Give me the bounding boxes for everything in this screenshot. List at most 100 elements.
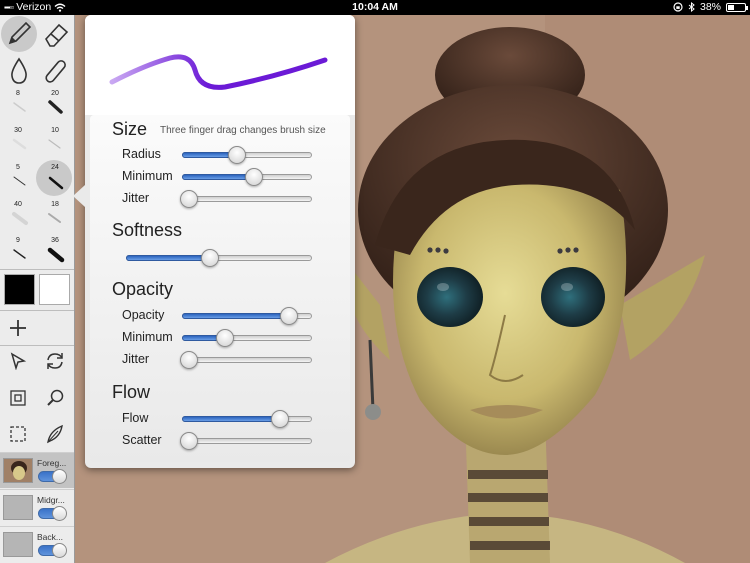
sync-arrows-icon	[47, 353, 63, 369]
opacity-minimum-label: Minimum	[122, 330, 173, 344]
softness-slider[interactable]	[126, 249, 312, 267]
sync-button[interactable]	[41, 348, 69, 374]
size-jitter-label: Jitter	[122, 191, 150, 205]
brush-size-label: 40	[14, 201, 22, 208]
brush-size-label: 18	[51, 201, 59, 208]
popover-arrow	[73, 185, 85, 207]
smudge-drop-icon	[11, 57, 27, 84]
opacity-minimum-slider[interactable]	[182, 329, 312, 347]
magnifier-icon	[47, 389, 64, 406]
brush-preset-20[interactable]	[45, 98, 67, 116]
layer-name: Midgr...	[37, 495, 65, 505]
primary-color-swatch[interactable]	[4, 274, 35, 305]
size-minimum-slider[interactable]	[182, 168, 312, 186]
battery-icon	[726, 2, 748, 12]
stroke-preview-graphic	[109, 54, 328, 90]
layer-row[interactable]: Midgr...	[0, 489, 74, 525]
brush-size-label: 9	[16, 237, 20, 244]
layer-name: Foreg...	[37, 458, 67, 468]
slider-thumb[interactable]	[244, 168, 263, 186]
brush-preset-36[interactable]	[45, 246, 67, 264]
layer-visibility-toggle[interactable]	[38, 469, 67, 484]
layer-row[interactable]: Foreg...	[0, 452, 74, 488]
portrait-thumbnail	[11, 461, 27, 480]
slider-thumb[interactable]	[270, 410, 289, 428]
flow-slider[interactable]	[182, 410, 312, 428]
layer-visibility-toggle[interactable]	[38, 506, 67, 521]
brush-preset-18[interactable]	[45, 211, 65, 225]
slider-thumb[interactable]	[279, 307, 298, 325]
layer-thumbnail	[3, 458, 33, 483]
flow-label: Flow	[122, 411, 149, 425]
layer-thumbnail	[3, 532, 33, 557]
opacity-jitter-label: Jitter	[122, 352, 150, 366]
size-minimum-label: Minimum	[122, 169, 173, 183]
slider-track	[182, 357, 312, 363]
flow-section-title: Flow	[112, 382, 151, 402]
softness-section-title: Softness	[112, 220, 183, 240]
brush-settings-popover: Size Three finger drag changes brush siz…	[73, 15, 355, 468]
brush-preset-9[interactable]	[10, 247, 30, 261]
brush-preset-8[interactable]	[10, 100, 30, 114]
bluetooth-icon	[688, 2, 695, 12]
opacity-jitter-slider[interactable]	[179, 351, 312, 369]
radius-label: Radius	[122, 147, 161, 161]
secondary-color-swatch[interactable]	[39, 274, 70, 305]
radius-slider[interactable]	[182, 146, 312, 164]
layer-thumbnail	[3, 495, 33, 520]
opacity-slider[interactable]	[182, 307, 312, 325]
layer-row[interactable]: Back...	[0, 526, 74, 562]
plus-icon	[10, 320, 26, 336]
scatter-slider[interactable]	[179, 432, 312, 450]
slider-track	[182, 438, 312, 444]
slider-thumb[interactable]	[179, 190, 198, 208]
eraser-tool-button[interactable]	[38, 16, 74, 52]
brush-preset-30[interactable]	[10, 137, 30, 151]
slider-fill	[182, 416, 280, 422]
pencil-icon	[8, 21, 32, 45]
toggle-knob	[52, 543, 67, 558]
brush-properties-panel: Size Three finger drag changes brush siz…	[90, 115, 350, 462]
brush-preset-5[interactable]	[10, 174, 30, 188]
toolbar-divider	[0, 310, 74, 311]
toggle-knob	[52, 506, 67, 521]
pencil-tool-button[interactable]	[1, 16, 37, 52]
slider-thumb[interactable]	[200, 249, 219, 267]
brush-preset-10[interactable]	[45, 137, 65, 151]
slider-fill	[182, 174, 254, 180]
brush-preset-40[interactable]	[10, 211, 32, 227]
brush-size-label: 10	[51, 127, 59, 134]
transform-button[interactable]	[4, 385, 32, 411]
paint-tube-icon	[45, 60, 66, 83]
status-time: 10:04 AM	[352, 1, 398, 13]
feather-brush-icon	[47, 424, 63, 444]
slider-thumb[interactable]	[215, 329, 234, 347]
toolbar-divider	[0, 269, 74, 270]
layer-name: Back...	[37, 532, 63, 542]
slider-thumb[interactable]	[179, 351, 198, 369]
opacity-label: Opacity	[122, 308, 165, 322]
zoom-button[interactable]	[41, 385, 69, 411]
add-button[interactable]	[4, 315, 32, 341]
brush-size-label: 8	[16, 90, 20, 97]
brush-preset-24[interactable]	[45, 174, 67, 192]
layer-visibility-toggle[interactable]	[38, 543, 67, 558]
smudge-tool-button[interactable]	[1, 53, 37, 89]
brush-size-label: 5	[16, 164, 20, 171]
brush-settings-button[interactable]	[41, 421, 69, 447]
toolbar-divider	[0, 345, 74, 346]
slider-fill	[126, 255, 210, 261]
marquee-select-button[interactable]	[4, 421, 32, 447]
size-jitter-slider[interactable]	[179, 190, 312, 208]
battery-percent: 38%	[699, 1, 721, 13]
paint-tube-tool-button[interactable]	[38, 53, 74, 89]
battery-fill	[728, 4, 735, 10]
opacity-section-title: Opacity	[112, 279, 174, 299]
slider-thumb[interactable]	[179, 432, 198, 450]
brush-size-label: 36	[51, 237, 59, 244]
transform-box-icon	[10, 390, 26, 406]
select-arrow-button[interactable]	[4, 348, 32, 374]
slider-thumb[interactable]	[227, 146, 246, 164]
arrow-cursor-icon	[10, 352, 27, 370]
left-toolbar: 8 20 30 10 5 24 40 18 9 36 Foreg... Midg…	[0, 15, 75, 563]
